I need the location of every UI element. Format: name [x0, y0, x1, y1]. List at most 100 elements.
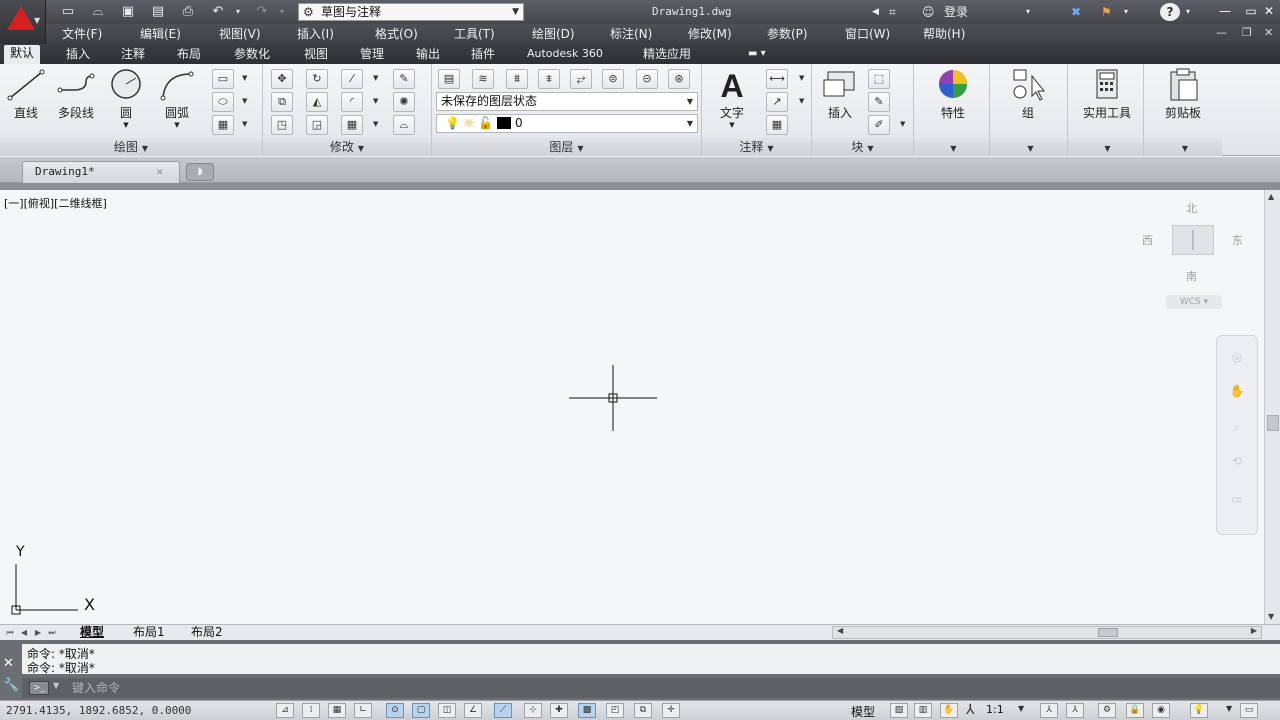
menu-help[interactable]: 帮助(H) [923, 26, 965, 42]
layer-stack-icon[interactable]: ≋ [472, 69, 494, 89]
doc-restore-icon[interactable]: ❐ [1242, 26, 1252, 39]
table-icon[interactable]: ▦ [766, 115, 788, 135]
viewcube[interactable]: 北 西 东 南 WCS ▾ [1138, 198, 1248, 318]
tab-output[interactable]: 输出 [410, 46, 446, 64]
viewcube-south[interactable]: 南 [1186, 268, 1197, 284]
tab-parametric[interactable]: 参数化 [228, 46, 276, 64]
last-layout-icon[interactable]: ⏭ [46, 626, 58, 639]
snap-mode-icon[interactable]: ⁞ [302, 703, 320, 718]
layout-tab-layout2[interactable]: 布局2 [191, 625, 223, 640]
redo-dropdown-icon[interactable]: ▾ [272, 3, 292, 21]
layer-walk-icon[interactable]: ⊝ [636, 69, 658, 89]
first-layout-icon[interactable]: ⏮ [4, 626, 16, 639]
help-dropdown-icon[interactable]: ▾ [1186, 3, 1190, 21]
tab-default[interactable]: 默认 [4, 45, 41, 64]
menu-parametric[interactable]: 参数(P) [767, 26, 808, 42]
isolate-objects-icon[interactable]: 💡 [1190, 703, 1208, 718]
showmotion-icon[interactable]: ▭ [1227, 492, 1247, 508]
save-as-icon[interactable]: ▤ [148, 3, 168, 21]
menu-file[interactable]: 文件(F) [62, 26, 102, 42]
tab-plugins[interactable]: 插件 [465, 46, 501, 64]
chevron-down-icon[interactable]: ▼ [1226, 704, 1232, 713]
menu-dimension[interactable]: 标注(N) [610, 26, 652, 42]
properties-panel-expand[interactable]: ▼ [914, 138, 989, 156]
lineweight-icon[interactable]: ✚ [550, 703, 568, 718]
menu-format[interactable]: 格式(O) [375, 26, 418, 42]
edit-attribute-icon[interactable]: ✐ [868, 115, 890, 135]
store-dropdown-icon[interactable]: ▾ [1124, 3, 1128, 21]
prev-layout-icon[interactable]: ◀ [18, 626, 30, 639]
stretch-icon[interactable]: ◳ [271, 115, 293, 135]
horizontal-scroll-thumb[interactable] [1098, 628, 1118, 637]
dynamic-input-icon[interactable]: ⊹ [524, 703, 542, 718]
layer-unisolate-icon[interactable]: ⩨ [538, 69, 560, 89]
chevron-down-icon[interactable]: ▼ [799, 97, 804, 105]
pan-icon[interactable]: ✋ [1227, 384, 1247, 400]
layout-tab-layout1[interactable]: 布局1 [133, 625, 165, 640]
offset-icon[interactable]: ⌓ [393, 115, 415, 135]
clipboard-tool[interactable]: 剪贴板 [1156, 68, 1210, 121]
tab-insert[interactable]: 插入 [60, 46, 96, 64]
mirror-icon[interactable]: ◭ [306, 92, 328, 112]
layer-panel-title[interactable]: 图层 ▼ [432, 138, 701, 156]
layer-iso-icon[interactable]: ⩩ [506, 69, 528, 89]
edit-block-icon[interactable]: ✎ [868, 92, 890, 112]
model-space-toggle[interactable]: 模型 [851, 703, 875, 720]
clean-screen-icon[interactable]: ▭ [1240, 703, 1258, 718]
rectangle-icon[interactable]: ▭ [212, 69, 234, 89]
viewcube-north[interactable]: 北 [1186, 200, 1197, 216]
viewcube-west[interactable]: 西 [1142, 232, 1153, 248]
file-tab-drawing1[interactable]: Drawing1* ✕ [22, 161, 180, 183]
ellipse-icon[interactable]: ⬭ [212, 92, 234, 112]
steering-wheel-icon[interactable]: ◎ [1227, 350, 1247, 366]
application-menu-button[interactable]: ▼ [0, 0, 46, 44]
login-dropdown-icon[interactable]: ▾ [1026, 3, 1030, 21]
quick-properties-icon[interactable]: ◰ [606, 703, 624, 718]
save-icon[interactable]: ▣ [118, 3, 138, 21]
layer-previous-icon[interactable]: ⊜ [602, 69, 624, 89]
layer-properties-icon[interactable]: ▤ [438, 69, 460, 89]
menu-insert[interactable]: 插入(I) [297, 26, 334, 42]
annotation-scale-icon[interactable]: ⅄ [966, 702, 975, 718]
grid-display-icon[interactable]: ▦ [328, 703, 346, 718]
tab-view[interactable]: 视图 [298, 46, 334, 64]
draw-panel-title[interactable]: 绘图 ▼ [0, 138, 262, 156]
vertical-scroll-thumb[interactable] [1267, 415, 1279, 431]
drawing-canvas[interactable]: [一][俯视][二维线框] Y X 北 西 东 南 WCS ▾ ◎ ✋ ⌕ ⟲ … [0, 190, 1264, 624]
erase-icon[interactable]: ✎ [393, 69, 415, 89]
chevron-down-icon[interactable]: ▼ [373, 120, 378, 128]
viewport-controls-label[interactable]: [一][俯视][二维线框] [4, 195, 107, 211]
rotate-icon[interactable]: ↻ [306, 69, 328, 89]
menu-modify[interactable]: 修改(M) [688, 26, 732, 42]
chevron-down-icon[interactable]: ▼ [799, 74, 804, 82]
text-tool[interactable]: A 文字 ▼ [708, 68, 756, 129]
menu-draw[interactable]: 绘图(D) [532, 26, 575, 42]
coordinates-display[interactable]: 2791.4135, 1892.6852, 0.0000 [6, 704, 191, 717]
clipboard-panel-expand[interactable]: ▼ [1144, 138, 1222, 156]
hatch-icon[interactable]: ▦ [212, 115, 234, 135]
layout-tab-model[interactable]: 模型 [80, 625, 104, 640]
menu-edit[interactable]: 编辑(E) [140, 26, 181, 42]
line-tool[interactable]: 直线 [2, 68, 50, 121]
properties-tool[interactable]: 特性 [926, 68, 980, 121]
create-block-icon[interactable]: ⬚ [868, 69, 890, 89]
search-arrow-icon[interactable]: ◀ [872, 3, 879, 21]
tab-manage[interactable]: 管理 [354, 46, 390, 64]
orbit-icon[interactable]: ⟲ [1227, 454, 1247, 470]
auto-scale-icon[interactable]: ⅄ [1066, 703, 1084, 718]
chevron-down-icon[interactable]: ▼ [242, 120, 247, 128]
menu-window[interactable]: 窗口(W) [845, 26, 890, 42]
selection-cycling-icon[interactable]: ⧉ [634, 703, 652, 718]
tab-annotate[interactable]: 注释 [115, 46, 151, 64]
layer-freeze-icon[interactable]: ⊛ [668, 69, 690, 89]
new-file-icon[interactable]: ▭ [58, 3, 78, 21]
circle-tool[interactable]: 圆 ▼ [102, 68, 150, 129]
chevron-down-icon[interactable]: ▼ [373, 97, 378, 105]
scale-icon[interactable]: ◲ [306, 115, 328, 135]
utilities-panel-expand[interactable]: ▼ [1068, 138, 1143, 156]
new-tab-button[interactable]: ◗ [186, 163, 214, 181]
chevron-down-icon[interactable]: ▼ [53, 681, 59, 690]
quick-view-layouts-icon[interactable]: ▧ [890, 703, 908, 718]
annotation-scale[interactable]: 1:1 [986, 703, 1004, 716]
transparency-icon[interactable]: ▩ [578, 703, 596, 718]
